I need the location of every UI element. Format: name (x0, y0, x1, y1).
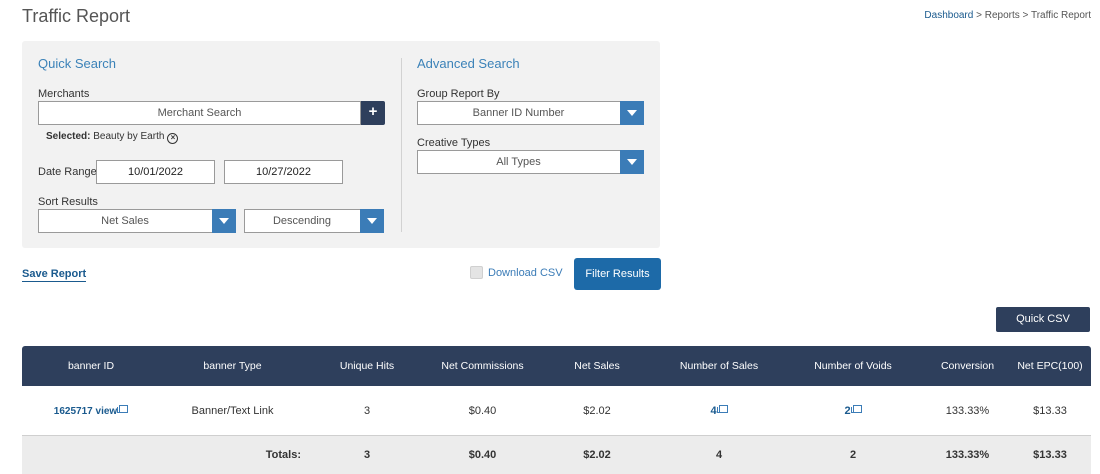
totals-empty-cell (22, 436, 160, 474)
group-report-value: Banner ID Number (472, 107, 565, 119)
selected-label: Selected: (46, 131, 91, 142)
download-csv-label[interactable]: Download CSV (488, 267, 563, 279)
totals-net-epc: $13.33 (1033, 449, 1067, 461)
net-epc-cell: $13.33 (1033, 405, 1067, 417)
totals-unique-hits: 3 (363, 449, 371, 461)
breadcrumb: Dashboard > Reports > Traffic Report (924, 10, 1091, 21)
column-header[interactable]: Number of Voids (780, 346, 926, 386)
creative-types-select[interactable]: All Types (417, 150, 644, 174)
advanced-search-heading: Advanced Search (417, 56, 520, 71)
add-merchant-button[interactable]: + (361, 101, 385, 125)
column-header[interactable]: Conversion (926, 346, 1009, 386)
column-header[interactable]: Net Sales (536, 346, 658, 386)
column-header[interactable]: banner ID (22, 346, 160, 386)
selected-merchant: Selected: Beauty by Earth × (46, 131, 179, 144)
totals-row: Totals: 3 $0.40 $2.02 4 2 133.33% $13.33 (22, 436, 1091, 474)
creative-types-value: All Types (496, 156, 541, 168)
sort-order-value: Descending (272, 215, 332, 227)
group-report-select[interactable]: Banner ID Number (417, 101, 644, 125)
banner-id-link[interactable]: 1625717 view (54, 406, 117, 417)
sort-by-value: Net Sales (101, 215, 149, 227)
chevron-down-icon[interactable] (620, 101, 644, 125)
date-from-input[interactable]: 10/01/2022 (96, 160, 215, 184)
totals-label: Totals: (265, 449, 301, 461)
column-header[interactable]: Unique Hits (305, 346, 429, 386)
download-csv-checkbox[interactable] (470, 266, 483, 279)
selected-merchant-name: Beauty by Earth (93, 131, 165, 142)
chevron-down-icon[interactable] (360, 209, 384, 233)
date-range-label: Date Range (38, 166, 97, 178)
quick-search-heading: Quick Search (38, 56, 117, 71)
search-panel: Quick Search Merchants Merchant Search +… (22, 41, 660, 248)
remove-merchant-icon[interactable]: × (167, 133, 179, 144)
conversion-cell: 133.33% (945, 405, 990, 417)
totals-conversion: 133.33% (945, 449, 990, 461)
traffic-report-table: banner ID banner Type Unique Hits Net Co… (22, 346, 1091, 474)
net-sales-cell: $2.02 (583, 405, 611, 417)
table-header: banner ID banner Type Unique Hits Net Co… (22, 346, 1091, 386)
filter-results-button[interactable]: Filter Results (574, 258, 661, 290)
column-header[interactable]: Number of Sales (658, 346, 780, 386)
number-of-sales-cell: 4 (658, 386, 780, 435)
column-header[interactable]: Net EPC(100) (1009, 346, 1091, 386)
chevron-down-icon[interactable] (212, 209, 236, 233)
breadcrumb-separator: > (973, 10, 985, 21)
group-report-label: Group Report By (417, 88, 500, 100)
column-header[interactable]: banner Type (160, 346, 305, 386)
breadcrumb-separator: > (1019, 10, 1031, 21)
sort-order-select[interactable]: Descending (244, 209, 384, 233)
banner-type-cell: Banner/Text Link (191, 405, 274, 417)
totals-net-sales: $2.02 (583, 449, 611, 461)
column-header[interactable]: Net Commissions (429, 346, 536, 386)
net-commissions-cell: $0.40 (468, 405, 497, 417)
breadcrumb-reports: Reports (984, 10, 1020, 21)
panel-divider (401, 58, 402, 232)
external-link-icon[interactable] (850, 405, 862, 413)
external-link-icon[interactable] (117, 405, 129, 413)
sort-results-label: Sort Results (38, 196, 98, 208)
banner-id-cell: 1625717 view (22, 386, 160, 435)
merchant-search-input[interactable]: Merchant Search (38, 101, 361, 125)
date-to-input[interactable]: 10/27/2022 (224, 160, 343, 184)
quick-csv-button[interactable]: Quick CSV (996, 307, 1090, 332)
breadcrumb-dashboard-link[interactable]: Dashboard (924, 10, 973, 21)
totals-net-commissions: $0.40 (468, 449, 497, 461)
external-link-icon[interactable] (716, 405, 728, 413)
table-row: 1625717 view Banner/Text Link 3 $0.40 $2… (22, 386, 1091, 436)
sort-by-select[interactable]: Net Sales (38, 209, 236, 233)
number-of-voids-cell: 2 (780, 386, 926, 435)
creative-types-label: Creative Types (417, 137, 491, 149)
chevron-down-icon[interactable] (620, 150, 644, 174)
page-title: Traffic Report (22, 6, 131, 26)
totals-number-of-sales: 4 (715, 449, 723, 461)
merchants-label: Merchants (38, 88, 90, 100)
save-report-link[interactable]: Save Report (22, 268, 87, 282)
unique-hits-cell: 3 (363, 405, 371, 417)
breadcrumb-current: Traffic Report (1030, 10, 1091, 21)
totals-number-of-voids: 2 (849, 449, 857, 461)
